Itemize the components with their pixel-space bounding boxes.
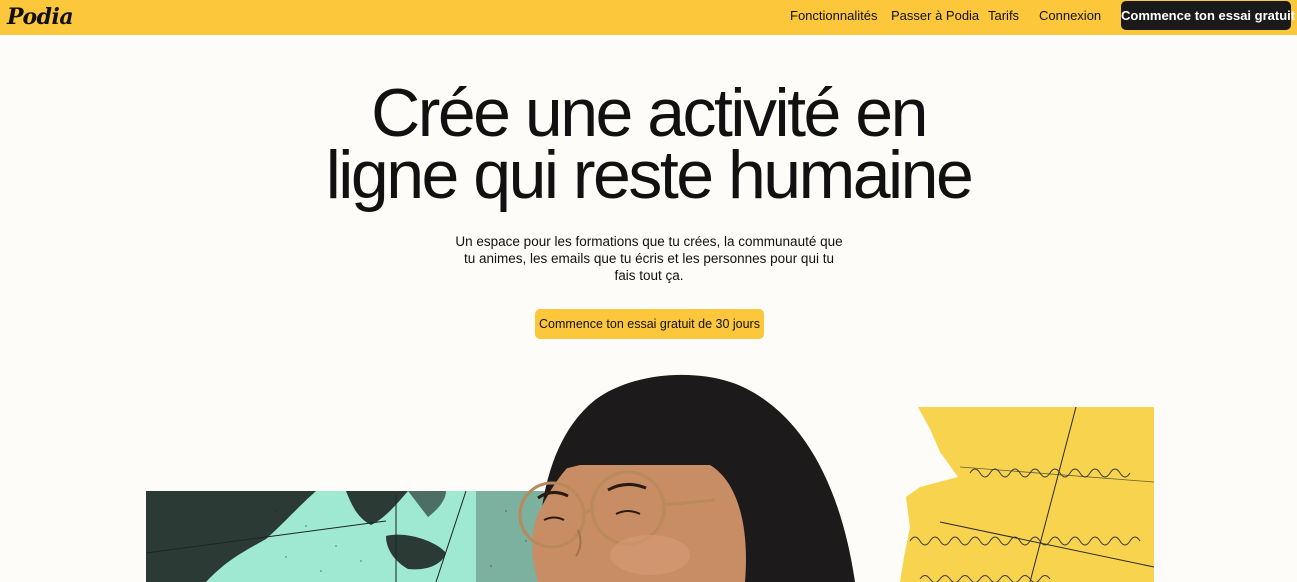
podia-logo[interactable]: Podia — [7, 2, 74, 32]
hero-title-line-1: Crée une activité en — [371, 75, 928, 151]
portrait-art — [518, 374, 855, 582]
nav-link-fonctionnalites[interactable]: Fonctionnalités — [790, 0, 877, 32]
portrait-photo — [500, 370, 880, 582]
start-trial-button[interactable]: Commence ton essai gratuit — [1121, 1, 1295, 30]
nav-link-tarifs[interactable]: Tarifs — [988, 0, 1019, 32]
collage-right-art — [900, 407, 1154, 582]
collage-left-art — [146, 491, 560, 582]
yellow-handwritten-collage — [900, 407, 1154, 582]
nav-link-connexion[interactable]: Connexion — [1039, 0, 1101, 32]
hero-title-line-2: ligne qui reste humaine — [325, 137, 974, 213]
nav-link-passer-a-podia[interactable]: Passer à Podia — [891, 0, 979, 32]
hero-trial-button[interactable]: Commence ton essai gratuit de 30 jours — [535, 309, 764, 339]
top-navbar: Podia Fonctionnalités Passer à Podia Tar… — [0, 0, 1297, 35]
hero-title: Crée une activité en ligne qui reste hum… — [0, 75, 1297, 213]
mint-texture-collage — [146, 491, 560, 582]
hero-subtitle: Un espace pour les formations que tu cré… — [455, 234, 843, 283]
